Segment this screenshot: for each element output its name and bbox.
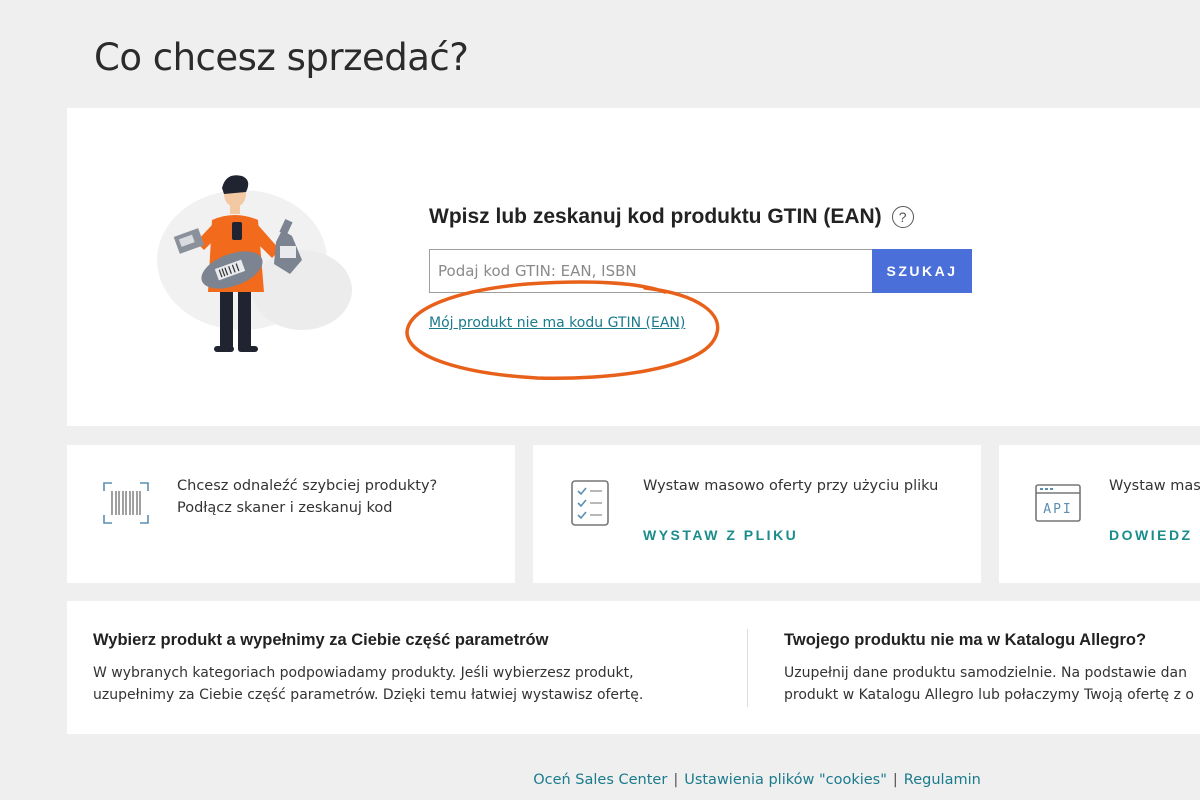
feature-text: Wystaw mas [1109, 475, 1200, 497]
checklist-file-icon [571, 480, 609, 526]
info-text-line: produkt w Katalogu Allegro lub połaczymy… [784, 687, 1194, 703]
info-text-line: W wybranych kategoriach podpowiadamy pro… [93, 665, 634, 681]
info-title: Twojego produktu nie ma w Katalogu Alleg… [784, 631, 1147, 649]
feature-text-line: Wystaw mas [1109, 478, 1200, 494]
feature-text-line: Chcesz odnaleźć szybciej produkty? [177, 478, 438, 494]
api-learn-more-link[interactable]: DOWIEDZ [1109, 527, 1193, 543]
search-heading: Wpisz lub zeskanuj kod produktu GTIN (EA… [429, 205, 914, 229]
search-button[interactable]: SZUKAJ [872, 249, 972, 293]
info-text-line: uzupełnimy za Ciebie część parametrów. D… [93, 687, 644, 703]
search-heading-text: Wpisz lub zeskanuj kod produktu GTIN (EA… [429, 205, 882, 228]
info-text-line: Uzupełnij dane produktu samodzielnie. Na… [784, 665, 1187, 681]
search-card: Wpisz lub zeskanuj kod produktu GTIN (EA… [67, 108, 1200, 426]
feature-text-line: Wystaw masowo oferty przy użyciu pliku [643, 478, 939, 494]
bulk-upload-link[interactable]: WYSTAW Z PLIKU [643, 527, 798, 543]
footer-link-cookies[interactable]: Ustawienia plików "cookies" [684, 772, 887, 788]
info-column-parameters: Wybierz produkt a wypełnimy za Ciebie cz… [93, 631, 713, 706]
barcode-scanner-icon [103, 482, 149, 524]
gtin-search-input[interactable] [429, 249, 872, 293]
feature-text: Chcesz odnaleźć szybciej produkty? Podłą… [177, 475, 437, 519]
api-icon-label: API [1043, 502, 1072, 517]
person-scanning-illustration [157, 175, 352, 352]
page-title: Co chcesz sprzedać? [94, 36, 469, 79]
divider [747, 629, 748, 707]
info-card: Wybierz produkt a wypełnimy za Ciebie cz… [67, 601, 1200, 734]
feature-card-scanner: Chcesz odnaleźć szybciej produkty? Podłą… [67, 445, 515, 583]
footer-separator: | [673, 772, 679, 788]
no-gtin-code-link[interactable]: Mój produkt nie ma kodu GTIN (EAN) [429, 315, 685, 331]
footer: Oceń Sales Center | Ustawienia plików "coo… [0, 772, 1200, 788]
api-icon: API [1035, 484, 1081, 522]
help-icon[interactable]: ? [891, 206, 914, 228]
search-bar: SZUKAJ [429, 249, 972, 293]
footer-link-terms[interactable]: Regulamin [904, 772, 981, 788]
info-column-catalog: Twojego produktu nie ma w Katalogu Alleg… [784, 631, 1200, 706]
feature-text: Wystaw masowo oferty przy użyciu pliku [643, 475, 938, 497]
feature-card-api: API Wystaw mas DOWIEDZ [999, 445, 1200, 583]
feature-card-bulk-file: Wystaw masowo oferty przy użyciu pliku W… [533, 445, 981, 583]
footer-link-rate[interactable]: Oceń Sales Center [533, 772, 667, 788]
footer-separator: | [892, 772, 898, 788]
feature-text-line: Podłącz skaner i zeskanuj kod [177, 500, 393, 516]
info-title: Wybierz produkt a wypełnimy za Ciebie cz… [93, 631, 549, 649]
